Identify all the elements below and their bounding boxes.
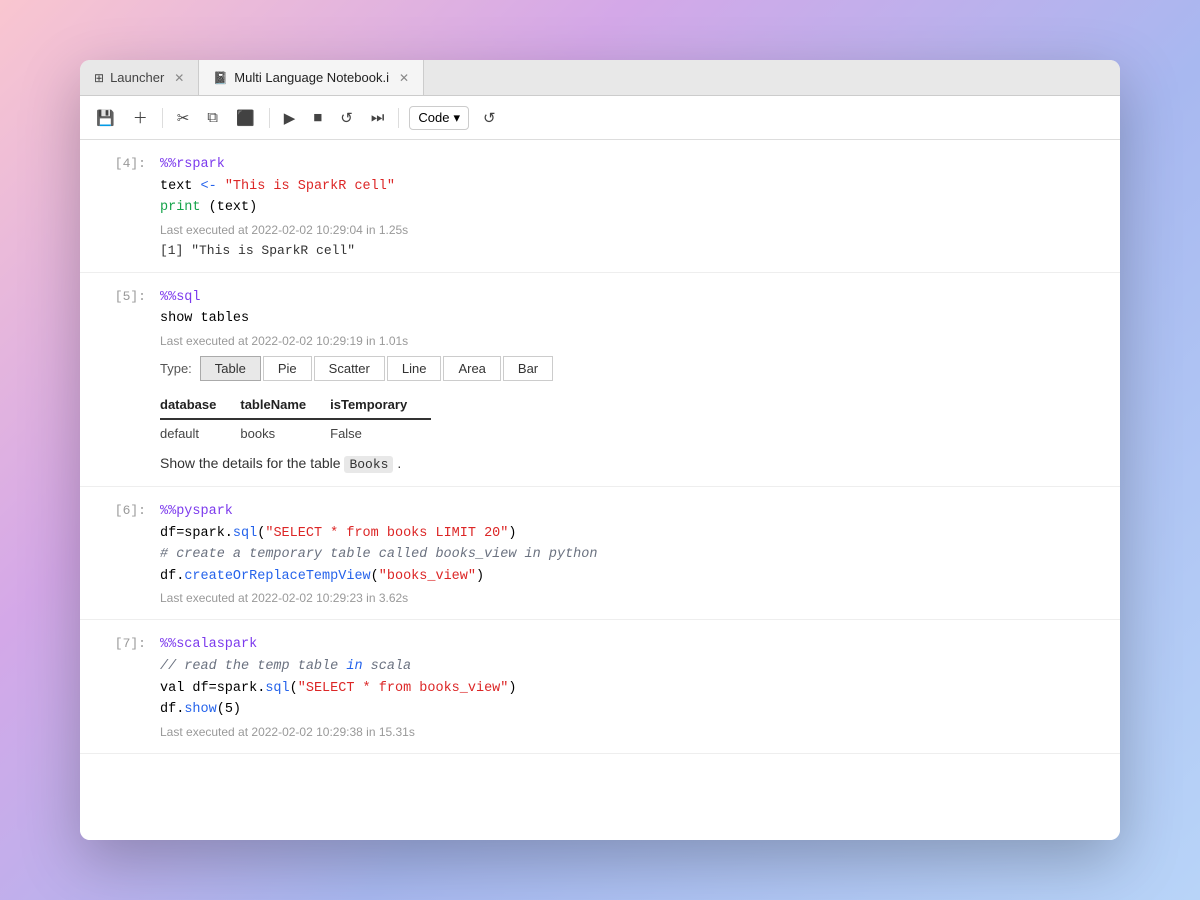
- chart-type-row: Type: Table Pie Scatter Line Area Bar: [160, 356, 1120, 381]
- cell-6-number: [6]:: [80, 501, 160, 605]
- run-all-button[interactable]: ⏭: [367, 105, 389, 130]
- chart-type-area-button[interactable]: Area: [443, 356, 500, 381]
- result-table: database tableName isTemporary default b…: [160, 391, 431, 447]
- launcher-icon: ⊞: [94, 71, 104, 85]
- stop-button[interactable]: ■: [309, 105, 326, 130]
- cell-istemporary: False: [330, 419, 431, 447]
- tab-notebook-close[interactable]: ✕: [399, 71, 409, 85]
- chart-type-table-button[interactable]: Table: [200, 356, 261, 381]
- cell-5-number: [5]:: [80, 287, 160, 472]
- toolbar-divider-2: [269, 108, 270, 128]
- cell-7-line3: val df=spark.sql("SELECT * from books_vi…: [160, 681, 517, 696]
- cell-7-number: [7]:: [80, 634, 160, 738]
- cell-7-body: %%scalaspark // read the temp table in s…: [160, 634, 1120, 738]
- col-database: database: [160, 391, 240, 419]
- cell-type-dropdown[interactable]: Code ▾: [409, 106, 469, 130]
- cell-6-body: %%pyspark df=spark.sql("SELECT * from bo…: [160, 501, 1120, 605]
- cell-7-line4: df.show(5): [160, 702, 241, 717]
- cell-5: [5]: %%sql show tables Last executed at …: [80, 273, 1120, 487]
- tab-bar: ⊞ Launcher ✕ 📓 Multi Language Notebook.i…: [80, 60, 1120, 96]
- copy-button[interactable]: ⧉: [203, 105, 222, 130]
- cell-5-body: %%sql show tables Last executed at 2022-…: [160, 287, 1120, 472]
- tab-notebook[interactable]: 📓 Multi Language Notebook.i ✕: [199, 60, 424, 95]
- cell-4: [4]: %%rspark text <- "This is SparkR ce…: [80, 140, 1120, 273]
- cell-5-meta: Last executed at 2022-02-02 10:29:19 in …: [160, 334, 1120, 348]
- cell-5-line2: show tables: [160, 311, 249, 326]
- chart-type-scatter-button[interactable]: Scatter: [314, 356, 385, 381]
- cell-6: [6]: %%pyspark df=spark.sql("SELECT * fr…: [80, 487, 1120, 620]
- cell-6-comment: # create a temporary table called books_…: [160, 547, 597, 562]
- notebook-icon: 📓: [213, 71, 228, 85]
- kernel-restart-button[interactable]: ↺: [479, 105, 500, 131]
- chart-type-line-button[interactable]: Line: [387, 356, 442, 381]
- cell-7: [7]: %%scalaspark // read the temp table…: [80, 620, 1120, 753]
- cell-5-code[interactable]: %%sql show tables: [160, 287, 1120, 330]
- col-istemporary: isTemporary: [330, 391, 431, 419]
- chart-type-label: Type:: [160, 361, 192, 376]
- toolbar-divider-1: [162, 108, 163, 128]
- cell-4-line2: text <- "This is SparkR cell": [160, 179, 395, 194]
- cell-7-meta: Last executed at 2022-02-02 10:29:38 in …: [160, 725, 1120, 739]
- cell-6-line4: df.createOrReplaceTempView("books_view"): [160, 569, 484, 584]
- save-button[interactable]: 💾: [92, 105, 119, 131]
- cell-tablename: books: [240, 419, 330, 447]
- cell-6-magic: %%pyspark: [160, 504, 233, 519]
- cell-4-body: %%rspark text <- "This is SparkR cell" p…: [160, 154, 1120, 258]
- cell-4-number: [4]:: [80, 154, 160, 258]
- cell-4-code[interactable]: %%rspark text <- "This is SparkR cell" p…: [160, 154, 1120, 219]
- prose-text: Show the details for the table: [160, 455, 341, 471]
- cell-4-output: [1] "This is SparkR cell": [160, 243, 1120, 258]
- toolbar: 💾 ＋ ✂ ⧉ ⬛ ▶ ■ ↺ ⏭ Code ▾ ↺: [80, 96, 1120, 140]
- table-row: default books False: [160, 419, 431, 447]
- cell-7-comment: // read the temp table in scala: [160, 659, 411, 674]
- prose-code: Books: [344, 456, 393, 473]
- run-button[interactable]: ▶: [280, 105, 300, 131]
- cell-7-magic: %%scalaspark: [160, 637, 257, 652]
- toolbar-divider-3: [398, 108, 399, 128]
- cut-button[interactable]: ✂: [173, 105, 194, 131]
- add-cell-button[interactable]: ＋: [129, 103, 152, 132]
- cell-7-code[interactable]: %%scalaspark // read the temp table in s…: [160, 634, 1120, 720]
- prose-output: Show the details for the table Books .: [160, 455, 1120, 472]
- cell-4-magic: %%rspark: [160, 157, 225, 172]
- cell-6-line2: df=spark.sql("SELECT * from books LIMIT …: [160, 526, 517, 541]
- tab-launcher[interactable]: ⊞ Launcher ✕: [80, 60, 199, 95]
- cell-db: default: [160, 419, 240, 447]
- restart-button[interactable]: ↺: [336, 105, 357, 131]
- cell-4-meta: Last executed at 2022-02-02 10:29:04 in …: [160, 223, 1120, 237]
- cell-4-line3: print (text): [160, 200, 257, 215]
- tab-launcher-label: Launcher: [110, 70, 164, 85]
- prose-end: .: [397, 455, 401, 471]
- col-tablename: tableName: [240, 391, 330, 419]
- paste-button[interactable]: ⬛: [232, 105, 259, 131]
- cell-type-label: Code: [418, 110, 449, 125]
- notebook-window: ⊞ Launcher ✕ 📓 Multi Language Notebook.i…: [80, 60, 1120, 840]
- chart-type-bar-button[interactable]: Bar: [503, 356, 553, 381]
- tab-notebook-label: Multi Language Notebook.i: [234, 70, 389, 85]
- notebook-content: [4]: %%rspark text <- "This is SparkR ce…: [80, 140, 1120, 840]
- cell-6-code[interactable]: %%pyspark df=spark.sql("SELECT * from bo…: [160, 501, 1120, 587]
- tab-launcher-close[interactable]: ✕: [174, 71, 184, 85]
- cell-5-magic: %%sql: [160, 290, 201, 305]
- cell-6-meta: Last executed at 2022-02-02 10:29:23 in …: [160, 591, 1120, 605]
- chevron-down-icon: ▾: [453, 110, 460, 126]
- chart-type-pie-button[interactable]: Pie: [263, 356, 312, 381]
